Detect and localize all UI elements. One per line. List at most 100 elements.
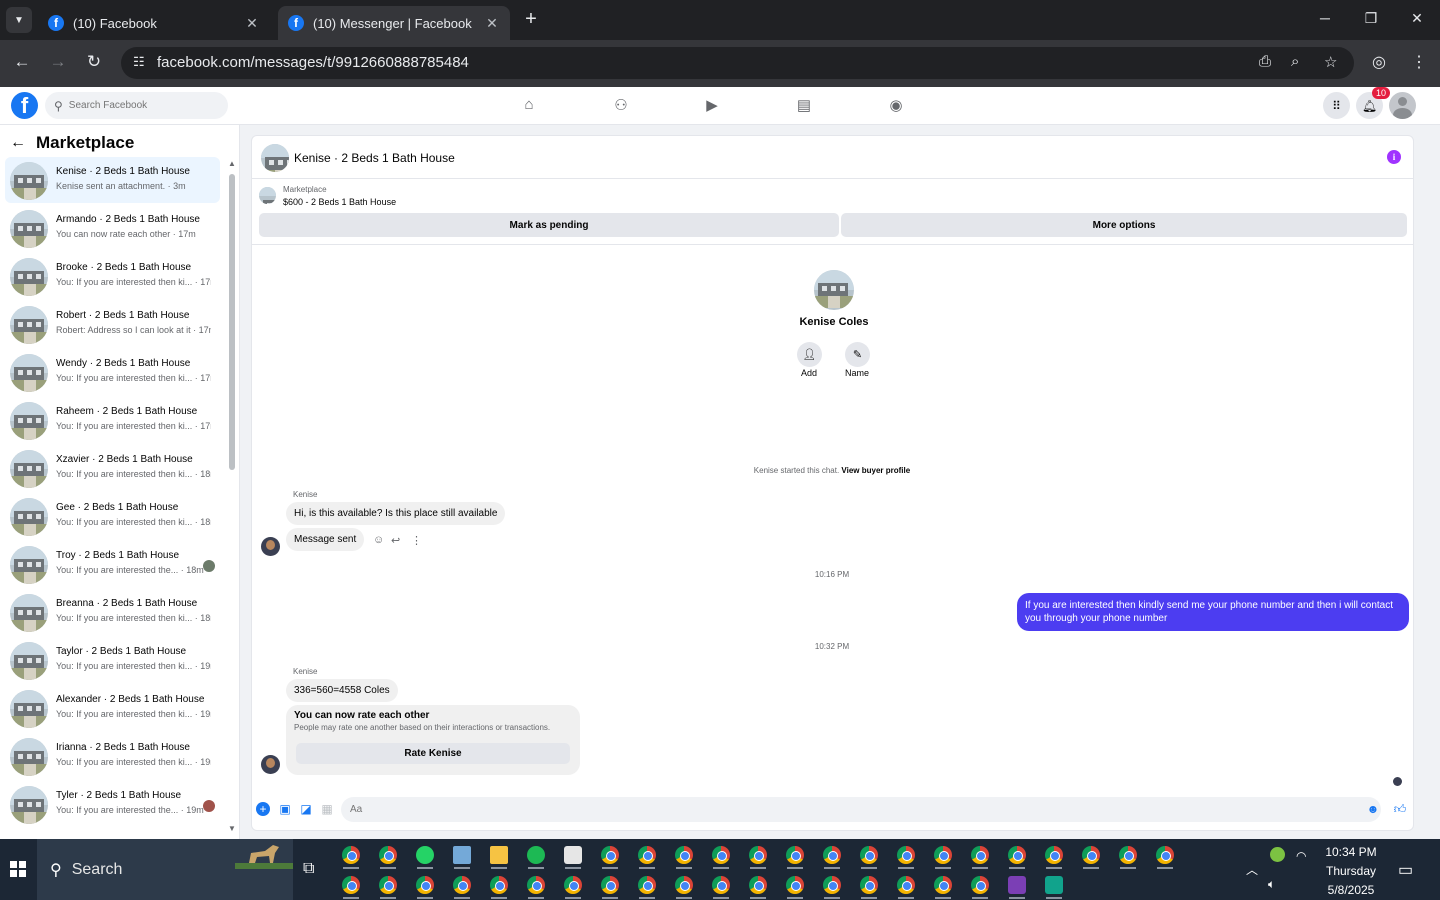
conversation-item[interactable]: Robert · 2 Beds 1 Bath House Robert: Addr… bbox=[5, 301, 220, 347]
camera-app-icon[interactable] bbox=[564, 846, 582, 864]
chrome-icon[interactable] bbox=[897, 876, 915, 894]
info-icon[interactable]: i bbox=[1387, 150, 1401, 164]
chrome-icon[interactable] bbox=[934, 876, 952, 894]
chrome-menu-icon[interactable]: ⋮ bbox=[1411, 52, 1427, 72]
profile-avatar[interactable] bbox=[814, 270, 854, 310]
forward-icon[interactable]: → bbox=[47, 52, 69, 72]
conversation-item[interactable]: Brooke · 2 Beds 1 Bath House You: If you … bbox=[5, 253, 220, 299]
sender-avatar[interactable] bbox=[261, 755, 280, 774]
volume-muted-icon[interactable]: 🔈︎ bbox=[1268, 877, 1275, 892]
close-tab-icon[interactable]: ✕ bbox=[484, 15, 500, 32]
more-actions-icon[interactable]: ⋮ bbox=[411, 534, 422, 547]
tray-app-icon[interactable] bbox=[1270, 847, 1285, 862]
show-hidden-icons-icon[interactable]: ︿ bbox=[1246, 861, 1258, 878]
tab-messenger[interactable]: f (10) Messenger | Facebook ✕ bbox=[278, 6, 510, 40]
chrome-icon[interactable] bbox=[971, 876, 989, 894]
listing-thumbnail[interactable] bbox=[261, 144, 289, 172]
chrome-icon[interactable] bbox=[897, 846, 915, 864]
chrome-icon[interactable] bbox=[860, 876, 878, 894]
chrome-icon[interactable] bbox=[490, 876, 508, 894]
chrome-icon[interactable] bbox=[1082, 846, 1100, 864]
conversation-item[interactable]: Kenise · 2 Beds 1 Bath House Kenise sent … bbox=[5, 157, 220, 203]
conversation-item[interactable]: Irianna · 2 Beds 1 Bath House You: If you… bbox=[5, 733, 220, 779]
chrome-icon[interactable] bbox=[786, 846, 804, 864]
chrome-icon[interactable] bbox=[749, 876, 767, 894]
conversation-item[interactable]: Armando · 2 Beds 1 Bath House You can now… bbox=[5, 205, 220, 251]
chrome-icon[interactable] bbox=[934, 846, 952, 864]
photo-icon[interactable]: ▣ bbox=[278, 802, 292, 816]
bookmark-star-icon[interactable]: ☆ bbox=[1324, 53, 1337, 71]
account-avatar[interactable] bbox=[1389, 92, 1416, 119]
chrome-icon[interactable] bbox=[379, 846, 397, 864]
close-tab-icon[interactable]: ✕ bbox=[244, 15, 260, 32]
action-center-icon[interactable]: ▭ bbox=[1398, 860, 1413, 880]
restore-icon[interactable]: ❐ bbox=[1361, 10, 1381, 27]
reload-icon[interactable]: ↻ bbox=[83, 52, 105, 72]
back-icon[interactable]: ← bbox=[11, 52, 33, 72]
chrome-icon[interactable] bbox=[1119, 846, 1137, 864]
add-friend-icon[interactable]: 👤︎ bbox=[797, 342, 822, 367]
conversation-item[interactable]: Wendy · 2 Beds 1 Bath House You: If you a… bbox=[5, 349, 220, 395]
conversation-item[interactable]: Troy · 2 Beds 1 Bath House You: If you ar… bbox=[5, 541, 220, 587]
reply-icon[interactable]: ↩ bbox=[391, 534, 400, 547]
chrome-icon[interactable] bbox=[453, 876, 471, 894]
menu-grid-icon[interactable]: ⠿ bbox=[1323, 92, 1350, 119]
chrome-icon[interactable] bbox=[601, 846, 619, 864]
listing-price[interactable]: $600 - 2 Beds 1 Bath House bbox=[283, 197, 396, 207]
chrome-icon[interactable] bbox=[712, 876, 730, 894]
windows-start-icon[interactable] bbox=[10, 861, 26, 877]
address-bar[interactable]: ☷ facebook.com/messages/t/99126608887854… bbox=[121, 47, 1354, 79]
chrome-icon[interactable] bbox=[712, 846, 730, 864]
chrome-icon[interactable] bbox=[786, 876, 804, 894]
system-clock[interactable]: 10:34 PM Thursday 5/8/2025 bbox=[1308, 843, 1394, 900]
conversation-item[interactable]: Tyler · 2 Beds 1 Bath House You: If you a… bbox=[5, 781, 220, 827]
marketplace-icon[interactable]: ▤ bbox=[794, 96, 814, 116]
emoji-icon[interactable]: ☻ bbox=[1366, 802, 1380, 816]
message-bubble[interactable]: 336=560=4558 Coles bbox=[286, 679, 398, 702]
conversation-item[interactable]: Gee · 2 Beds 1 Bath House You: If you are… bbox=[5, 493, 220, 539]
more-options-button[interactable]: More options bbox=[841, 213, 1407, 237]
mark-as-pending-button[interactable]: Mark as pending bbox=[259, 213, 839, 237]
react-emoji-icon[interactable]: ☺ bbox=[373, 534, 384, 546]
chrome-icon[interactable] bbox=[860, 846, 878, 864]
chrome-icon[interactable] bbox=[971, 846, 989, 864]
search-input[interactable] bbox=[68, 100, 219, 111]
friends-icon[interactable]: ⚇ bbox=[611, 96, 631, 116]
chrome-icon[interactable] bbox=[1008, 846, 1026, 864]
chrome-icon[interactable] bbox=[638, 846, 656, 864]
back-arrow-icon[interactable]: ← bbox=[10, 134, 26, 152]
tab-search-button[interactable]: ▼ bbox=[6, 7, 32, 33]
chrome-icon[interactable] bbox=[1156, 846, 1174, 864]
message-bubble[interactable]: Hi, is this available? Is this place sti… bbox=[286, 502, 506, 525]
zoom-icon[interactable]: ⌕ bbox=[1291, 53, 1299, 70]
rate-kenise-button[interactable]: Rate Kenise bbox=[296, 743, 570, 764]
message-bubble[interactable]: Message sent bbox=[286, 528, 365, 551]
install-app-icon[interactable]: ⎙ bbox=[1259, 53, 1271, 70]
sender-avatar[interactable] bbox=[261, 537, 280, 556]
gif-icon[interactable]: ▦ bbox=[320, 802, 334, 816]
chrome-icon[interactable] bbox=[564, 876, 582, 894]
chrome-icon[interactable] bbox=[749, 846, 767, 864]
chrome-icon[interactable] bbox=[527, 876, 545, 894]
new-tab-icon[interactable]: + bbox=[520, 8, 542, 31]
tab-facebook[interactable]: f (10) Facebook ✕ bbox=[38, 6, 270, 40]
profile-icon[interactable]: ◎ bbox=[1372, 52, 1386, 72]
conversation-item[interactable]: Taylor · 2 Beds 1 Bath House You: If you … bbox=[5, 637, 220, 683]
remote-app-icon[interactable] bbox=[1045, 876, 1063, 894]
chrome-icon[interactable] bbox=[416, 876, 434, 894]
file-explorer-icon[interactable] bbox=[490, 846, 508, 864]
like-thumb-icon[interactable]: 👍︎ bbox=[1393, 802, 1407, 816]
chrome-icon[interactable] bbox=[675, 876, 693, 894]
page-scrollbar[interactable] bbox=[1428, 125, 1440, 839]
sidebar-scrollbar[interactable] bbox=[229, 174, 235, 470]
chrome-icon[interactable] bbox=[342, 846, 360, 864]
plus-icon[interactable]: + bbox=[256, 802, 270, 816]
outgoing-message-bubble[interactable]: If you are interested then kindly send m… bbox=[1017, 593, 1409, 631]
chat-title[interactable]: Kenise · 2 Beds 1 Bath House bbox=[294, 151, 455, 165]
chrome-icon[interactable] bbox=[601, 876, 619, 894]
conversation-item[interactable]: Raheem · 2 Beds 1 Bath House You: If you … bbox=[5, 397, 220, 443]
conversation-item[interactable]: Xzavier · 2 Beds 1 Bath House You: If you… bbox=[5, 445, 220, 491]
notepad-icon[interactable] bbox=[453, 846, 471, 864]
chrome-icon[interactable] bbox=[379, 876, 397, 894]
chrome-icon[interactable] bbox=[823, 876, 841, 894]
